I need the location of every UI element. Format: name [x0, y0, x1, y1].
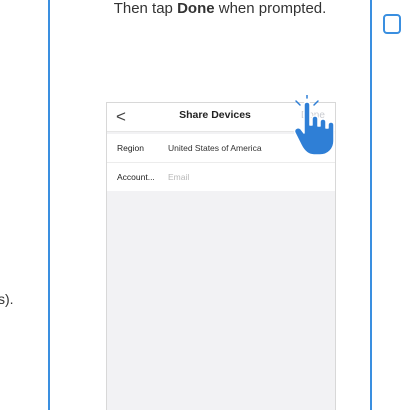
region-value: United States of America: [168, 143, 262, 153]
right-guide-line: [370, 0, 372, 410]
account-row[interactable]: Account... Email: [107, 163, 335, 191]
region-label: Region: [117, 143, 144, 153]
screen-title: Share Devices: [179, 109, 251, 121]
left-guide-line: [48, 0, 50, 410]
tap-hand-icon: [293, 95, 335, 156]
instruction-suffix: when prompted.: [214, 0, 327, 17]
instruction-emphasis: Done: [177, 0, 215, 17]
badge-icon: [383, 14, 401, 34]
instruction-prefix: Then tap: [113, 0, 178, 17]
instruction-text: Then tap Done when prompted.: [95, 0, 345, 18]
account-label: Account...: [117, 172, 155, 182]
left-text-fragment: s).: [0, 291, 14, 307]
email-field[interactable]: Email: [168, 172, 189, 182]
